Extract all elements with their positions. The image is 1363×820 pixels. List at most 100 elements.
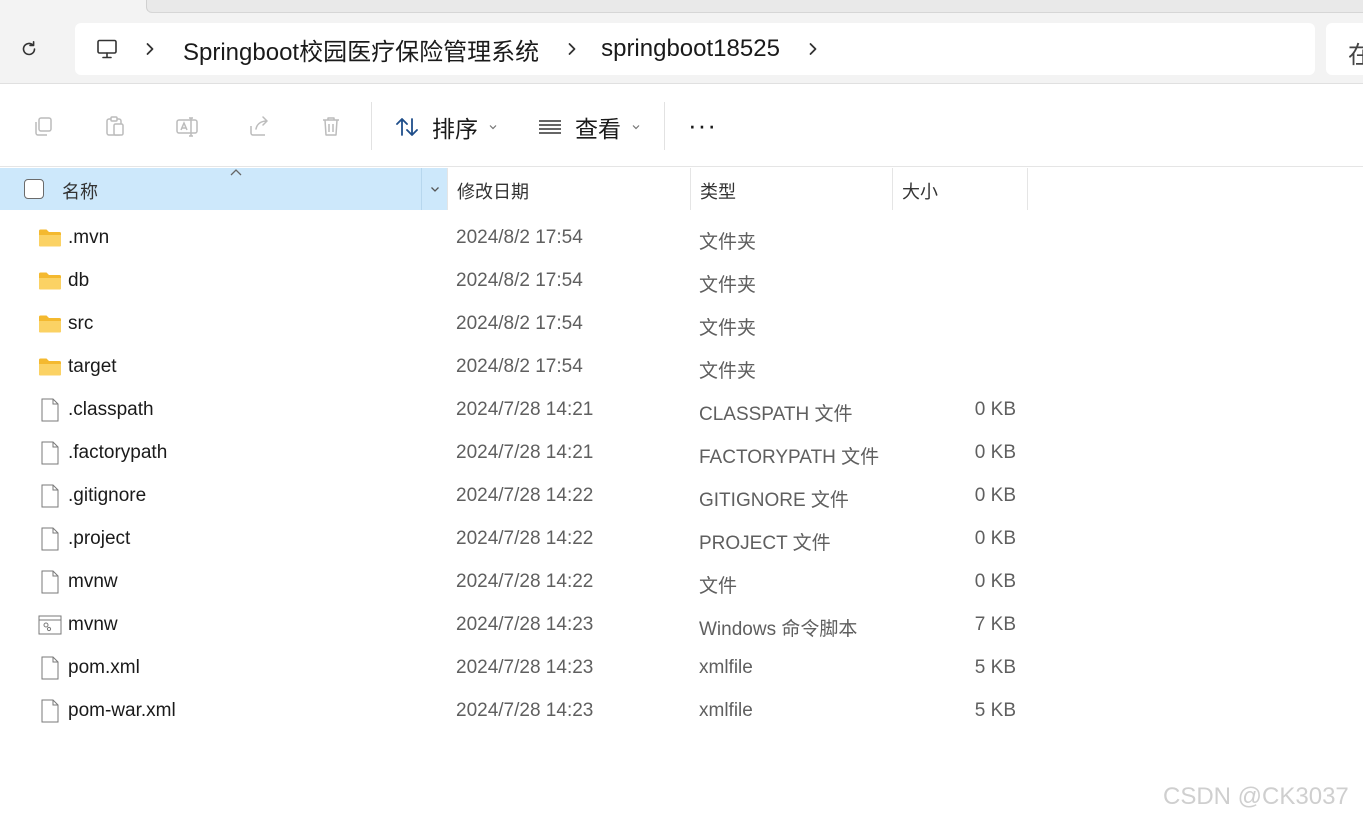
select-all-checkbox[interactable] <box>24 179 44 199</box>
chevron-down-icon <box>632 125 640 130</box>
paste-icon <box>106 116 124 136</box>
file-row[interactable]: .mvn 2024/8/2 17:54 文件夹 <box>0 216 1363 259</box>
column-header-size[interactable]: 大小 <box>892 168 1028 210</box>
column-filter-dropdown[interactable] <box>421 168 447 210</box>
folder-icon <box>39 315 61 333</box>
file-date: 2024/8/2 17:54 <box>456 313 583 334</box>
address-bar[interactable]: Springboot校园医疗保险管理系统 springboot18525 <box>75 23 1315 75</box>
file-date: 2024/7/28 14:23 <box>456 614 594 635</box>
this-pc-icon[interactable] <box>95 37 119 61</box>
chevron-right-icon[interactable] <box>143 42 157 56</box>
file-type: 文件夹 <box>699 318 757 339</box>
file-type: 文件 <box>699 576 738 597</box>
file-type: xmlfile <box>699 700 753 721</box>
file-row[interactable]: mvnw 2024/7/28 14:23 Windows 命令脚本 7 KB <box>0 603 1363 646</box>
file-icon <box>41 398 59 422</box>
chevron-down-icon <box>489 125 497 130</box>
copy-button[interactable] <box>29 112 57 140</box>
file-icon <box>41 570 59 594</box>
file-type: FACTORYPATH 文件 <box>699 447 880 468</box>
chevron-right-icon[interactable] <box>806 42 820 56</box>
file-date: 2024/7/28 14:23 <box>456 700 594 721</box>
file-size: 0 KB <box>974 485 1016 506</box>
file-name: src <box>68 313 94 334</box>
breadcrumb-item[interactable]: springboot18525 <box>601 35 780 63</box>
rename-button[interactable] <box>173 112 201 140</box>
file-row[interactable]: .project 2024/7/28 14:22 PROJECT 文件 0 KB <box>0 517 1363 560</box>
file-name: mvnw <box>68 614 118 635</box>
column-header-name-label: 名称 <box>62 182 98 202</box>
view-list-icon <box>539 120 561 134</box>
file-size: 5 KB <box>974 657 1016 678</box>
column-header-date[interactable]: 修改日期 <box>447 168 690 210</box>
folder-icon <box>39 358 61 376</box>
file-name: pom-war.xml <box>68 700 176 721</box>
file-date: 2024/7/28 14:23 <box>456 657 594 678</box>
file-row[interactable]: .classpath 2024/7/28 14:21 CLASSPATH 文件 … <box>0 388 1363 431</box>
tab-strip-edge <box>146 0 1363 13</box>
share-button[interactable] <box>245 112 273 140</box>
rename-icon <box>176 117 198 137</box>
file-name: db <box>68 270 90 291</box>
file-size: 7 KB <box>974 614 1016 635</box>
navigation-bar: Springboot校园医疗保险管理系统 springboot18525 在 <box>0 0 1363 84</box>
file-name: .mvn <box>68 227 110 248</box>
file-date: 2024/7/28 14:21 <box>456 399 594 420</box>
file-row[interactable]: mvnw 2024/7/28 14:22 文件 0 KB <box>0 560 1363 603</box>
folder-icon <box>39 229 61 247</box>
file-date: 2024/7/28 14:22 <box>456 485 594 506</box>
file-type: CLASSPATH 文件 <box>699 404 853 425</box>
file-name: pom.xml <box>68 657 140 678</box>
column-header-type-label: 类型 <box>700 182 736 202</box>
breadcrumb-item[interactable]: Springboot校园医疗保险管理系统 <box>183 32 539 67</box>
file-date: 2024/7/28 14:22 <box>456 571 594 592</box>
file-row[interactable]: db 2024/8/2 17:54 文件夹 <box>0 259 1363 302</box>
file-type: xmlfile <box>699 657 753 678</box>
toolbar-divider <box>371 102 372 150</box>
chevron-down-icon <box>430 187 439 192</box>
more-options-button[interactable]: ··· <box>688 112 717 138</box>
copy-icon <box>35 117 52 136</box>
column-header-row: 名称 修改日期 类型 大小 <box>0 168 1363 210</box>
refresh-button[interactable] <box>14 34 44 64</box>
file-size: 0 KB <box>974 442 1016 463</box>
file-name: .classpath <box>68 399 154 420</box>
file-row[interactable]: pom.xml 2024/7/28 14:23 xmlfile 5 KB <box>0 646 1363 689</box>
search-placeholder: 在 <box>1348 42 1363 69</box>
script-file-icon <box>38 615 62 635</box>
file-type: PROJECT 文件 <box>699 533 831 554</box>
sort-button[interactable]: 排序 <box>394 107 498 147</box>
file-name: .factorypath <box>68 442 168 463</box>
file-icon <box>41 527 59 551</box>
file-type: Windows 命令脚本 <box>699 619 858 640</box>
file-row[interactable]: .factorypath 2024/7/28 14:21 FACTORYPATH… <box>0 431 1363 474</box>
paste-button[interactable] <box>101 112 129 140</box>
file-row[interactable]: target 2024/8/2 17:54 文件夹 <box>0 345 1363 388</box>
file-row[interactable]: src 2024/8/2 17:54 文件夹 <box>0 302 1363 345</box>
file-name: .project <box>68 528 131 549</box>
file-row[interactable]: .gitignore 2024/7/28 14:22 GITIGNORE 文件 … <box>0 474 1363 517</box>
file-size: 0 KB <box>974 399 1016 420</box>
column-header-name[interactable]: 名称 <box>0 168 447 210</box>
file-row[interactable]: pom-war.xml 2024/7/28 14:23 xmlfile 5 KB <box>0 689 1363 732</box>
command-bar: 排序 查看 ··· <box>0 85 1363 167</box>
file-size: 0 KB <box>974 571 1016 592</box>
chevron-right-icon[interactable] <box>565 42 579 56</box>
file-type: 文件夹 <box>699 275 757 296</box>
share-icon <box>250 116 268 136</box>
search-box[interactable]: 在 <box>1326 23 1363 75</box>
folder-icon <box>39 272 61 290</box>
file-list: .mvn 2024/8/2 17:54 文件夹 db 2024/8/2 17:5… <box>0 216 1363 732</box>
column-header-size-label: 大小 <box>902 182 938 202</box>
file-type: 文件夹 <box>699 232 757 253</box>
file-icon <box>41 699 59 723</box>
file-icon <box>41 656 59 680</box>
file-date: 2024/8/2 17:54 <box>456 227 583 248</box>
file-date: 2024/8/2 17:54 <box>456 356 583 377</box>
file-date: 2024/8/2 17:54 <box>456 270 583 291</box>
column-header-date-label: 修改日期 <box>457 182 529 202</box>
file-icon <box>41 484 59 508</box>
column-header-type[interactable]: 类型 <box>690 168 892 210</box>
view-button[interactable]: 查看 <box>537 107 641 147</box>
delete-button[interactable] <box>317 112 345 140</box>
